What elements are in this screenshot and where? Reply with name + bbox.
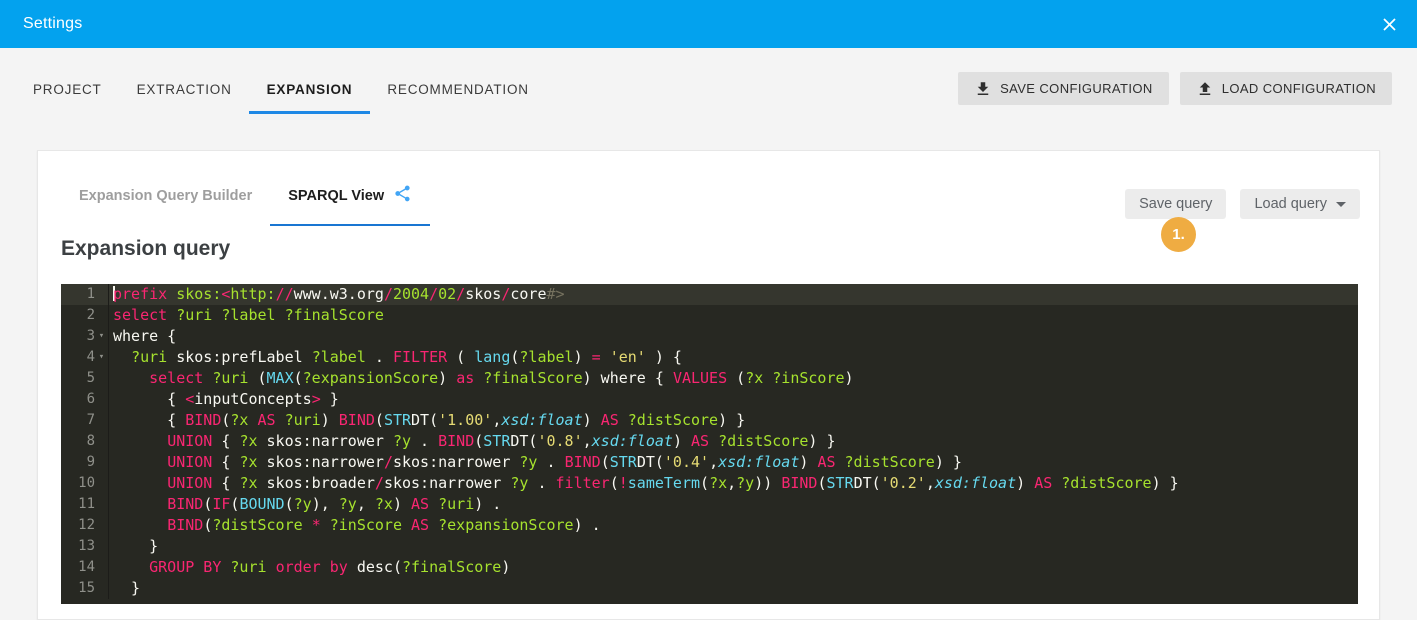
code-text: UNION { ?x skos:narrower/skos:narrower ?…	[109, 452, 962, 473]
tab-expansion-query-builder[interactable]: Expansion Query Builder	[79, 188, 252, 204]
save-query-button[interactable]: Save query	[1125, 189, 1226, 219]
fold-gutter-spacer	[95, 494, 108, 515]
close-icon[interactable]	[1377, 12, 1401, 36]
load-configuration-button[interactable]: LOAD CONFIGURATION	[1180, 72, 1392, 105]
save-configuration-button[interactable]: SAVE CONFIGURATION	[958, 72, 1169, 105]
load-configuration-label: LOAD CONFIGURATION	[1222, 81, 1376, 96]
fold-gutter-spacer	[95, 284, 108, 305]
dialog-titlebar: Settings	[0, 0, 1417, 48]
expansion-query-heading: Expansion query	[61, 237, 230, 261]
code-line[interactable]: 4▾ ?uri skos:prefLabel ?label . FILTER (…	[61, 347, 1358, 368]
code-text: where {	[109, 326, 176, 347]
save-query-label: Save query	[1139, 196, 1212, 212]
download-icon	[974, 80, 992, 98]
tab-sparql-view[interactable]: SPARQL View	[288, 184, 412, 207]
code-line[interactable]: 7 { BIND(?x AS ?uri) BIND(STRDT('1.00',x…	[61, 410, 1358, 431]
code-line[interactable]: 5 select ?uri (MAX(?expansionScore) as ?…	[61, 368, 1358, 389]
panel-tabs: Expansion Query Builder SPARQL View	[79, 184, 412, 207]
code-line[interactable]: 10 UNION { ?x skos:broader/skos:narrower…	[61, 473, 1358, 494]
code-lines: 1prefix skos:<http://www.w3.org/2004/02/…	[61, 284, 1358, 599]
code-line[interactable]: 11 BIND(IF(BOUND(?y), ?y, ?x) AS ?uri) .	[61, 494, 1358, 515]
line-number: 10	[61, 473, 109, 494]
line-number: 6	[61, 389, 109, 410]
code-line[interactable]: 2select ?uri ?label ?finalScore	[61, 305, 1358, 326]
tab-project[interactable]: PROJECT	[33, 82, 102, 97]
query-actions: Save query Load query	[1125, 189, 1360, 219]
line-number: 12	[61, 515, 109, 536]
tab-expansion[interactable]: EXPANSION	[267, 82, 353, 97]
load-query-button[interactable]: Load query	[1240, 189, 1360, 219]
code-text: { BIND(?x AS ?uri) BIND(STRDT('1.00',xsd…	[109, 410, 745, 431]
code-text: }	[109, 578, 140, 599]
sparql-code-editor[interactable]: 1prefix skos:<http://www.w3.org/2004/02/…	[61, 284, 1358, 604]
code-line[interactable]: 1prefix skos:<http://www.w3.org/2004/02/…	[61, 284, 1358, 305]
code-text: ?uri skos:prefLabel ?label . FILTER ( la…	[109, 347, 682, 368]
line-number: 2	[61, 305, 109, 326]
code-text: { <inputConcepts> }	[109, 389, 339, 410]
code-line[interactable]: 9 UNION { ?x skos:narrower/skos:narrower…	[61, 452, 1358, 473]
code-line[interactable]: 12 BIND(?distScore * ?inScore AS ?expans…	[61, 515, 1358, 536]
code-text: select ?uri ?label ?finalScore	[109, 305, 384, 326]
line-number: 11	[61, 494, 109, 515]
code-text: }	[109, 536, 158, 557]
code-line[interactable]: 6 { <inputConcepts> }	[61, 389, 1358, 410]
fold-gutter-spacer	[95, 368, 108, 389]
fold-arrow-icon[interactable]: ▾	[95, 326, 108, 347]
share-icon[interactable]	[393, 184, 412, 207]
line-number: 1	[61, 284, 109, 305]
code-line[interactable]: 3▾where {	[61, 326, 1358, 347]
code-text: GROUP BY ?uri order by desc(?finalScore)	[109, 557, 510, 578]
code-line[interactable]: 13 }	[61, 536, 1358, 557]
line-number: 13	[61, 536, 109, 557]
save-configuration-label: SAVE CONFIGURATION	[1000, 81, 1153, 96]
code-text: UNION { ?x skos:narrower ?y . BIND(STRDT…	[109, 431, 836, 452]
code-text: UNION { ?x skos:broader/skos:narrower ?y…	[109, 473, 1179, 494]
code-text: BIND(?distScore * ?inScore AS ?expansion…	[109, 515, 601, 536]
upload-icon	[1196, 80, 1214, 98]
code-text: BIND(IF(BOUND(?y), ?y, ?x) AS ?uri) .	[109, 494, 501, 515]
code-line[interactable]: 15 }	[61, 578, 1358, 599]
code-line[interactable]: 14 GROUP BY ?uri order by desc(?finalSco…	[61, 557, 1358, 578]
code-text: prefix skos:<http://www.w3.org/2004/02/s…	[109, 284, 565, 305]
code-line[interactable]: 8 UNION { ?x skos:narrower ?y . BIND(STR…	[61, 431, 1358, 452]
dialog-title: Settings	[23, 15, 82, 33]
fold-gutter-spacer	[95, 410, 108, 431]
tab-recommendation[interactable]: RECOMMENDATION	[387, 82, 528, 97]
line-number: 5	[61, 368, 109, 389]
settings-tabs: PROJECT EXTRACTION EXPANSION RECOMMENDAT…	[33, 82, 564, 97]
line-number: 4▾	[61, 347, 109, 368]
expansion-panel: Expansion Query Builder SPARQL View Save…	[37, 150, 1380, 620]
load-query-label: Load query	[1254, 196, 1327, 212]
code-text: select ?uri (MAX(?expansionScore) as ?fi…	[109, 368, 854, 389]
fold-arrow-icon[interactable]: ▾	[95, 347, 108, 368]
line-number: 14	[61, 557, 109, 578]
fold-gutter-spacer	[95, 452, 108, 473]
sparql-view-label: SPARQL View	[288, 188, 384, 204]
line-number: 8	[61, 431, 109, 452]
step-badge: 1.	[1161, 217, 1196, 252]
fold-gutter-spacer	[95, 578, 108, 599]
fold-gutter-spacer	[95, 389, 108, 410]
fold-gutter-spacer	[95, 473, 108, 494]
fold-gutter-spacer	[95, 557, 108, 578]
line-number: 7	[61, 410, 109, 431]
fold-gutter-spacer	[95, 515, 108, 536]
line-number: 3▾	[61, 326, 109, 347]
fold-gutter-spacer	[95, 431, 108, 452]
tab-extraction[interactable]: EXTRACTION	[137, 82, 232, 97]
caret-down-icon	[1336, 202, 1346, 207]
fold-gutter-spacer	[95, 305, 108, 326]
configuration-actions: SAVE CONFIGURATION LOAD CONFIGURATION	[958, 72, 1392, 105]
line-number: 9	[61, 452, 109, 473]
fold-gutter-spacer	[95, 536, 108, 557]
line-number: 15	[61, 578, 109, 599]
